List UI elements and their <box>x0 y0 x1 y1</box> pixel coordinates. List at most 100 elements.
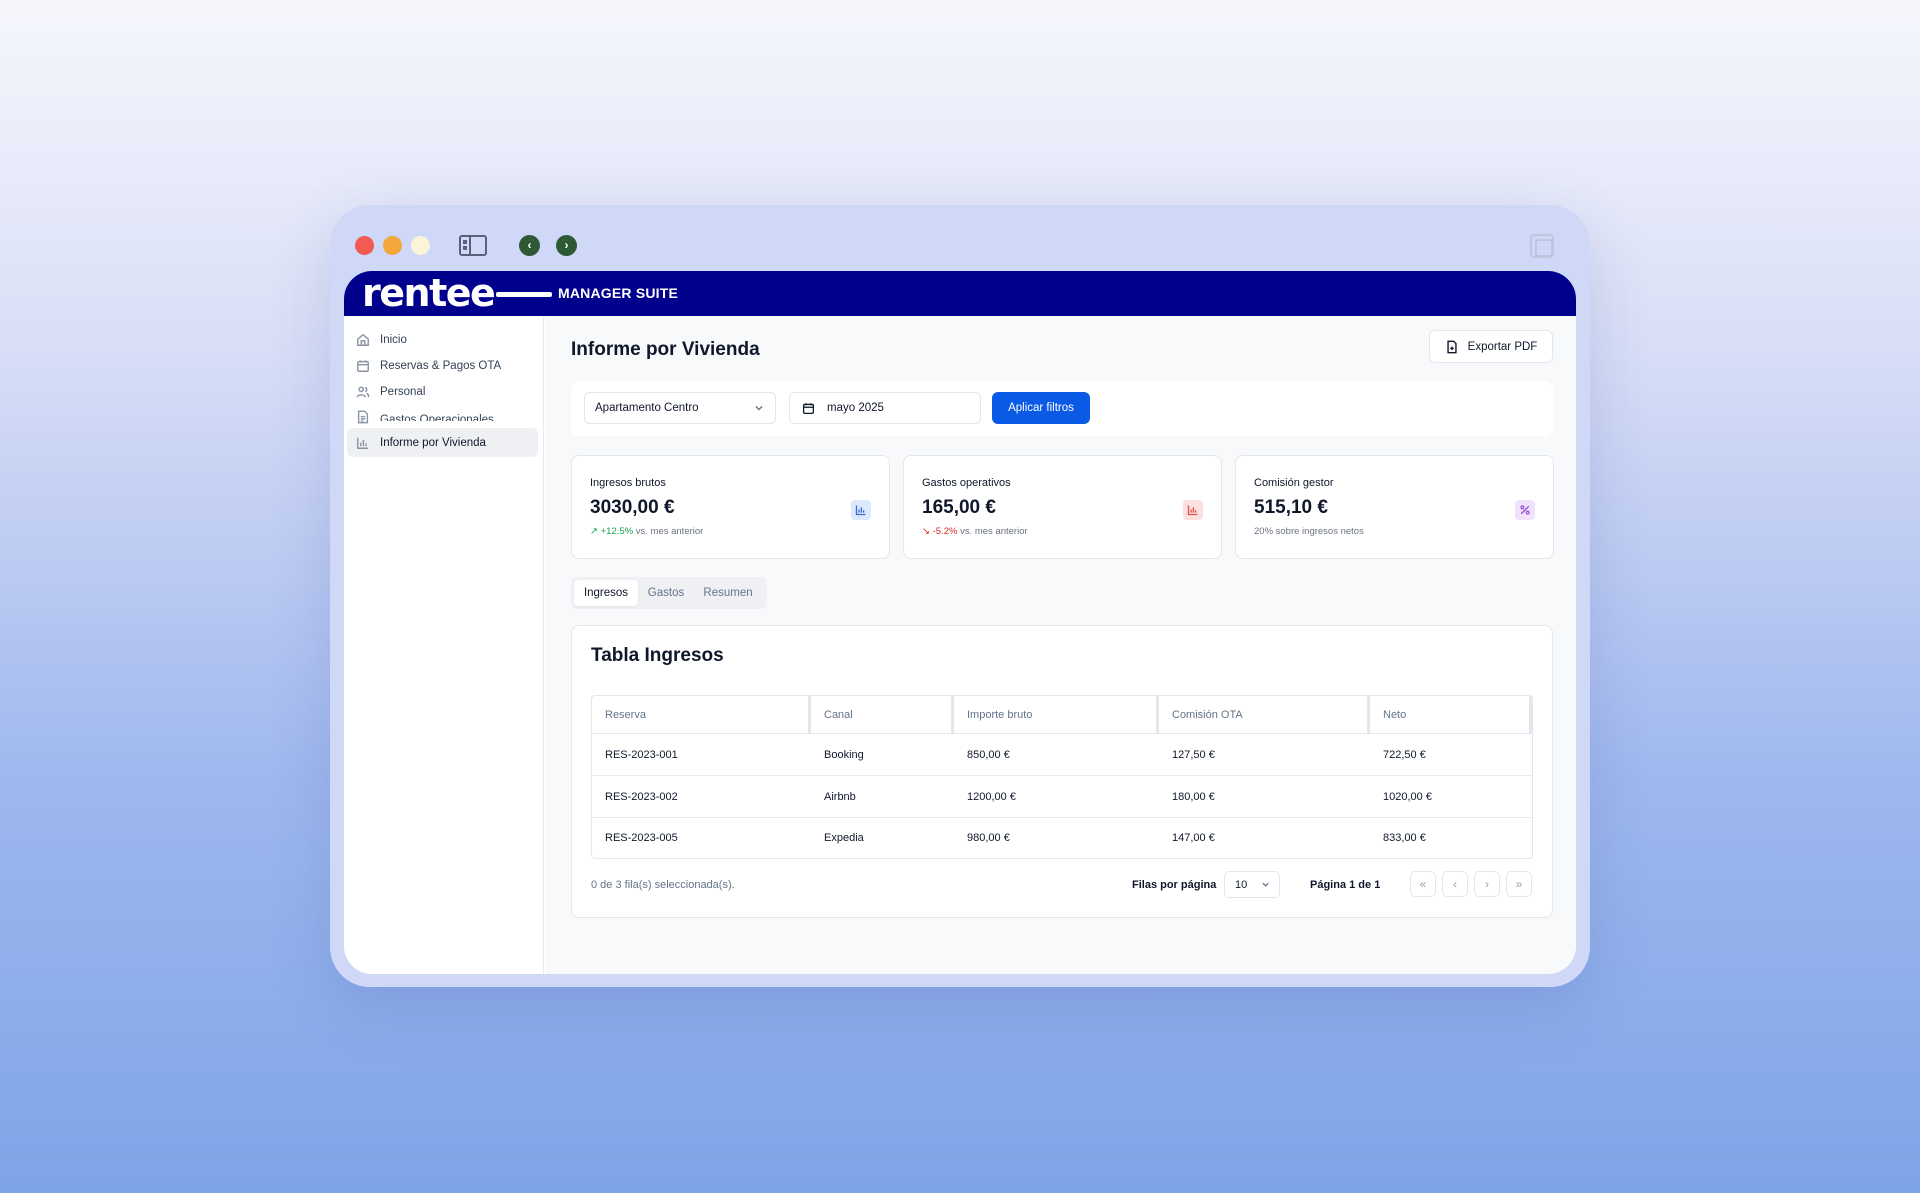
logo: rentee <box>362 271 496 315</box>
trend-up-icon: ↗ <box>590 526 598 537</box>
export-pdf-button[interactable]: Exportar PDF <box>1429 330 1553 363</box>
sidebar-item-label: Inicio <box>380 333 407 346</box>
sidebar-item-inicio[interactable]: Inicio <box>347 325 538 354</box>
sidebar-item-label: Reservas & Pagos OTA <box>380 359 502 372</box>
stat-card-ingresos: Ingresos brutos 3030,00 € ↗ +12.5% vs. m… <box>571 455 890 559</box>
bar-chart-icon <box>357 437 369 449</box>
cell-reserva: RES-2023-002 <box>605 790 678 803</box>
cell-importe: 1200,00 € <box>967 790 1016 803</box>
stat-value: 515,10 € <box>1254 497 1328 518</box>
sidebar: Inicio Reservas & Pagos OTA Personal Gas… <box>344 316 544 974</box>
cell-neto: 833,00 € <box>1383 832 1426 844</box>
first-page-button[interactable]: « <box>1410 871 1436 897</box>
stat-subtitle: ↗ +12.5% vs. mes anterior <box>590 526 703 537</box>
month-picker[interactable]: mayo 2025 <box>789 392 981 424</box>
stat-card-comision: Comisión gestor 515,10 € 20% sobre ingre… <box>1235 455 1554 559</box>
last-page-button[interactable]: » <box>1506 871 1532 897</box>
next-page-button[interactable]: › <box>1474 871 1500 897</box>
stat-delta: +12.5% <box>600 526 634 537</box>
bar-chart-icon <box>1183 500 1203 520</box>
stat-subtitle: ↘ -5.2% vs. mes anterior <box>922 526 1028 537</box>
sidebar-item-label: Personal <box>380 385 426 398</box>
close-window-button[interactable] <box>355 236 374 255</box>
main-content: Informe por Vivienda Exportar PDF Aparta… <box>545 316 1576 974</box>
window-titlebar: ‹ › <box>330 205 1590 273</box>
cell-neto: 1020,00 € <box>1383 790 1432 803</box>
column-header-importe[interactable]: Importe bruto <box>954 696 1032 733</box>
tabs-overview-icon[interactable] <box>1530 234 1554 258</box>
suite-label: MANAGER SUITE <box>558 285 679 301</box>
cell-canal: Expedia <box>824 832 864 844</box>
page-info: Página 1 de 1 <box>1310 879 1381 891</box>
rows-per-page-select[interactable]: 10 <box>1224 871 1280 898</box>
percent-icon <box>1515 500 1535 520</box>
stat-title: Ingresos brutos <box>590 477 666 489</box>
trend-down-icon: ↘ <box>922 526 930 537</box>
selection-status: 0 de 3 fila(s) seleccionada(s). <box>591 879 735 891</box>
minimize-window-button[interactable] <box>383 236 402 255</box>
sidebar-item-informe[interactable]: Informe por Vivienda <box>347 428 538 457</box>
stat-delta: -5.2% <box>932 526 958 537</box>
column-divider <box>1529 696 1532 734</box>
sidebar-toggle-icon[interactable] <box>459 235 487 256</box>
cell-neto: 722,50 € <box>1383 748 1426 761</box>
table-row[interactable]: RES-2023-001 Booking 850,00 € 127,50 € 7… <box>592 734 1532 776</box>
cell-comision: 147,00 € <box>1172 832 1215 844</box>
forward-button[interactable]: › <box>556 235 577 256</box>
report-tabs: Ingresos Gastos Resumen <box>571 577 767 609</box>
cell-reserva: RES-2023-001 <box>605 748 678 761</box>
income-table: Reserva Canal Importe bruto Comisión OTA… <box>591 695 1533 859</box>
sidebar-item-reservas[interactable]: Reservas & Pagos OTA <box>347 351 538 380</box>
users-icon <box>356 385 370 397</box>
home-icon <box>357 333 369 346</box>
table-row[interactable]: RES-2023-002 Airbnb 1200,00 € 180,00 € 1… <box>592 776 1532 818</box>
stat-delta-note: vs. mes anterior <box>957 526 1028 537</box>
property-select[interactable]: Apartamento Centro <box>584 392 776 424</box>
filters-bar: Apartamento Centro mayo 2025 Aplicar fil… <box>571 381 1553 436</box>
app-content: rentee MANAGER SUITE Inicio Reservas & P… <box>344 271 1576 974</box>
back-button[interactable]: ‹ <box>519 235 540 256</box>
cell-reserva: RES-2023-005 <box>605 832 678 844</box>
column-header-canal[interactable]: Canal <box>811 696 853 733</box>
document-icon <box>357 410 369 423</box>
rows-per-page-value: 10 <box>1235 878 1248 891</box>
bar-chart-icon <box>851 500 871 520</box>
tab-resumen[interactable]: Resumen <box>695 580 761 606</box>
stat-title: Gastos operativos <box>922 477 1011 489</box>
table-row[interactable]: RES-2023-005 Expedia 980,00 € 147,00 € 8… <box>592 818 1532 858</box>
logo-divider <box>496 292 552 297</box>
stat-value: 3030,00 € <box>590 497 675 518</box>
apply-filters-button[interactable]: Aplicar filtros <box>992 392 1090 424</box>
property-value: Apartamento Centro <box>595 402 699 414</box>
rows-per-page-label: Filas por página <box>1132 879 1217 891</box>
brand-header: rentee MANAGER SUITE <box>344 271 1576 316</box>
column-header-comision[interactable]: Comisión OTA <box>1159 696 1243 733</box>
sidebar-item-label: Gastos Operacionales <box>380 414 494 421</box>
cell-comision: 127,50 € <box>1172 748 1215 761</box>
month-value: mayo 2025 <box>827 402 884 414</box>
chevron-down-icon <box>755 406 763 411</box>
cell-canal: Booking <box>824 748 864 761</box>
chevron-down-icon <box>1262 882 1269 887</box>
cell-canal: Airbnb <box>824 790 856 803</box>
tab-gastos[interactable]: Gastos <box>641 580 691 606</box>
sidebar-item-gastos[interactable]: Gastos Operacionales <box>347 402 538 431</box>
file-icon <box>1447 340 1457 353</box>
page-title: Informe por Vivienda <box>571 339 760 360</box>
stat-value: 165,00 € <box>922 497 996 518</box>
maximize-window-button[interactable] <box>411 236 430 255</box>
table-header-row: Reserva Canal Importe bruto Comisión OTA… <box>592 696 1532 734</box>
income-table-card: Tabla Ingresos Reserva Canal Importe bru… <box>571 625 1553 918</box>
prev-page-button[interactable]: ‹ <box>1442 871 1468 897</box>
app-window: ‹ › rentee MANAGER SUITE Inicio Reservas… <box>330 205 1590 987</box>
sidebar-item-label: Informe por Vivienda <box>380 436 486 449</box>
stat-delta-note: vs. mes anterior <box>633 526 704 537</box>
table-title: Tabla Ingresos <box>591 645 724 666</box>
tab-ingresos[interactable]: Ingresos <box>574 580 638 606</box>
column-header-reserva[interactable]: Reserva <box>592 696 646 733</box>
calendar-icon <box>802 402 815 414</box>
stat-card-gastos: Gastos operativos 165,00 € ↘ -5.2% vs. m… <box>903 455 1222 559</box>
cell-comision: 180,00 € <box>1172 790 1215 803</box>
column-header-neto[interactable]: Neto <box>1370 696 1406 733</box>
stat-subtitle: 20% sobre ingresos netos <box>1254 526 1364 537</box>
